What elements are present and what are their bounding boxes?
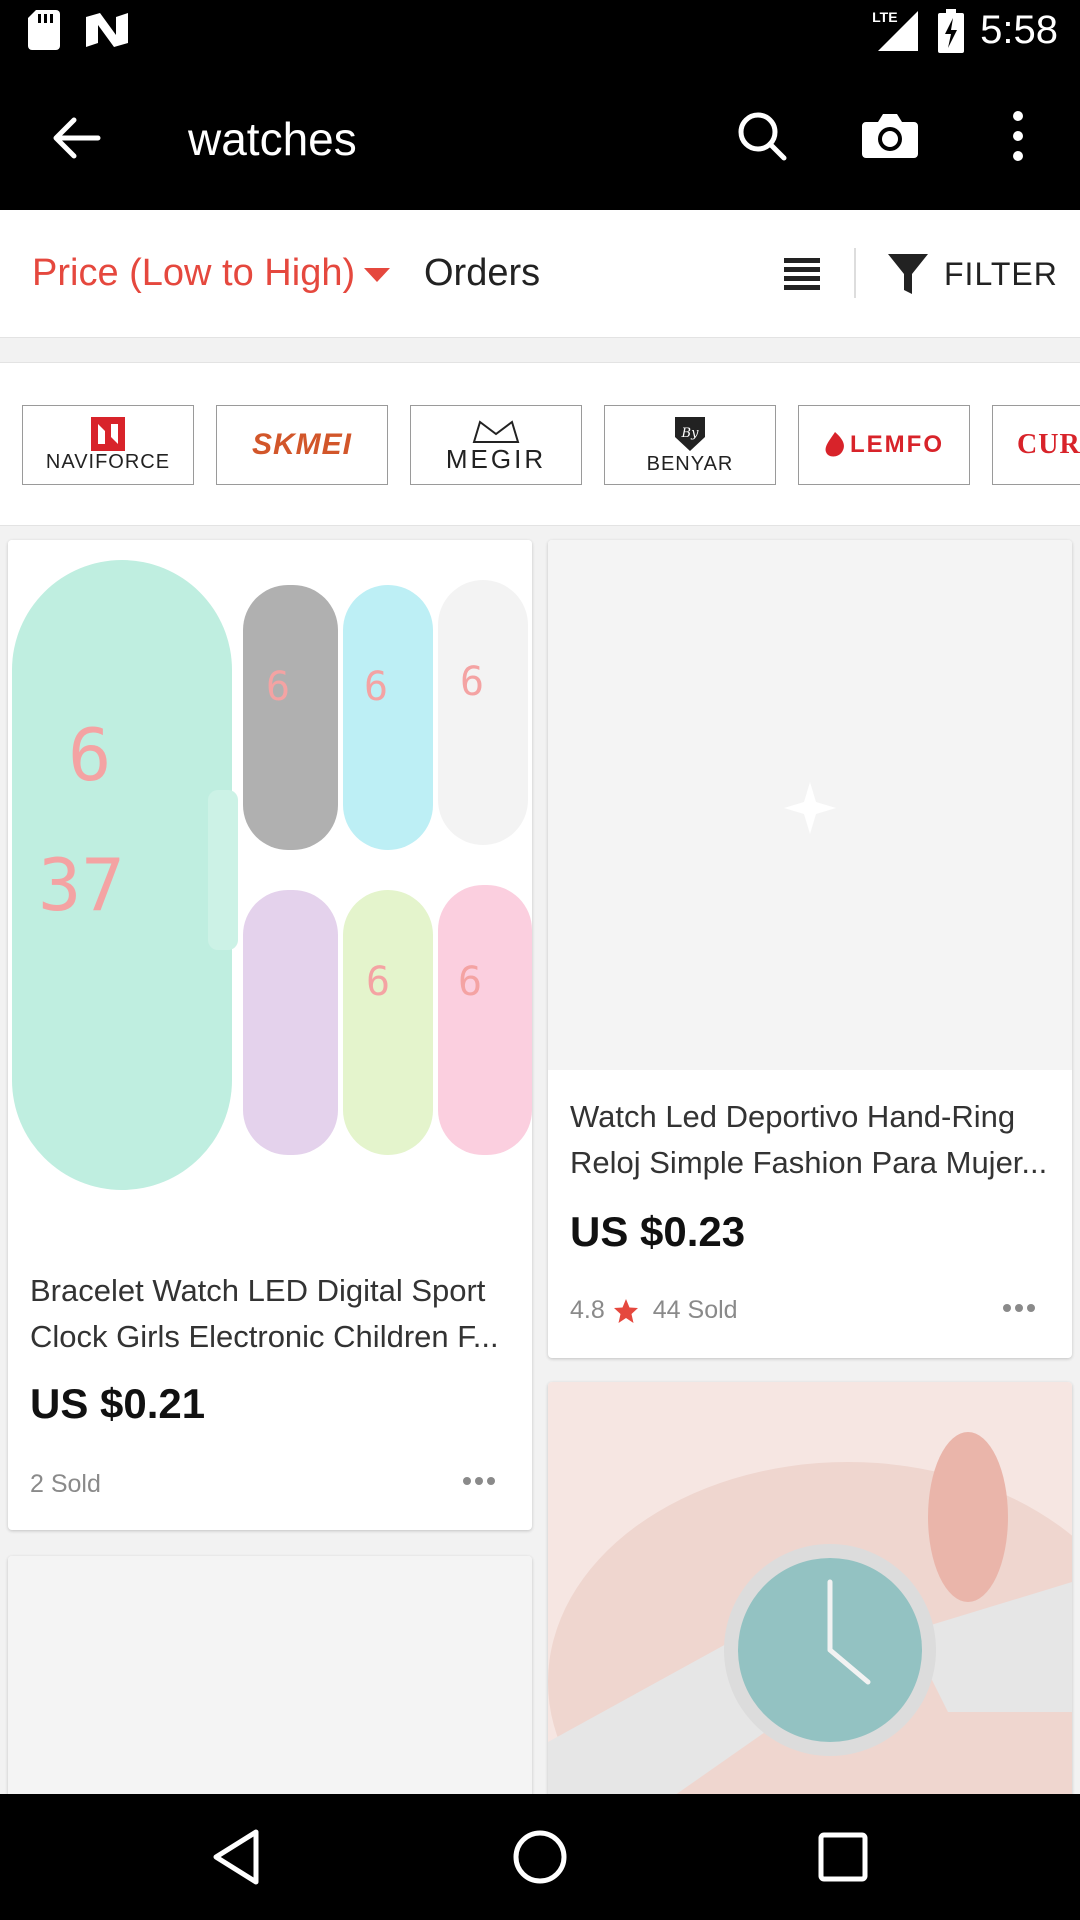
status-bar: LTE 5:58	[0, 0, 1080, 66]
brand-strip: NAVIFORCE SKMEI MEGIR By BENYAR LEMFO CU…	[0, 362, 1080, 526]
back-arrow-icon[interactable]	[44, 106, 108, 170]
home-circle-icon[interactable]	[507, 1824, 573, 1890]
svg-text:6: 6	[460, 659, 484, 705]
brand-megir[interactable]: MEGIR	[410, 405, 582, 485]
battery-charging-icon	[938, 8, 965, 53]
filter-label: FILTER	[944, 255, 1058, 292]
brand-name: SKMEI	[251, 428, 352, 461]
brand-name: LEMFO	[850, 431, 944, 458]
back-triangle-icon[interactable]	[204, 1824, 270, 1890]
analog-watch-image	[548, 1432, 1072, 1856]
search-query-title[interactable]: watches	[188, 112, 357, 166]
svg-text:37: 37	[38, 843, 125, 927]
sold-count: 44 Sold	[652, 1296, 738, 1324]
svg-text:By: By	[681, 426, 700, 441]
star-icon	[613, 1298, 638, 1323]
list-view-icon[interactable]	[782, 254, 822, 294]
orders-sort-button[interactable]: Orders	[424, 252, 540, 295]
product-image-placeholder[interactable]	[548, 540, 1072, 1070]
svg-text:6: 6	[68, 713, 111, 797]
brand-cur[interactable]: CUR	[992, 405, 1080, 485]
product-card[interactable]: Watch Led Deportivo Hand-Ring Reloj Simp…	[548, 540, 1072, 1358]
divider	[854, 248, 856, 298]
sold-count: 2 Sold	[30, 1470, 101, 1498]
brand-name: NAVIFORCE	[45, 450, 171, 473]
brand-benyar[interactable]: By BENYAR	[604, 405, 776, 485]
svg-text:6: 6	[366, 959, 390, 1005]
svg-text:6: 6	[364, 664, 388, 710]
camera-icon[interactable]	[858, 104, 922, 168]
brand-name: MEGIR	[445, 443, 547, 474]
recents-square-icon[interactable]	[810, 1824, 876, 1890]
brand-lemfo[interactable]: LEMFO	[798, 405, 970, 485]
naviforce-logo-icon	[91, 416, 125, 451]
more-vert-icon[interactable]	[986, 104, 1050, 168]
product-image[interactable]	[548, 1382, 1072, 1856]
clock: 5:58	[980, 8, 1058, 52]
product-meta: 2 Sold	[30, 1470, 101, 1499]
price-sort-button[interactable]: Price (Low to High)	[32, 252, 355, 295]
brand-name: CUR	[1017, 429, 1080, 460]
brand-naviforce[interactable]: NAVIFORCE	[22, 405, 194, 485]
system-nav-bar	[0, 1794, 1080, 1920]
rating-value: 4.8	[570, 1296, 605, 1324]
benyar-crest-icon: By	[675, 416, 705, 451]
more-horiz-icon[interactable]	[462, 1475, 496, 1487]
svg-text:6: 6	[458, 959, 482, 1005]
product-price: US $0.23	[570, 1208, 746, 1255]
led-bracelet-watches-image: 6 37 6 6 6 6 6	[12, 560, 532, 1190]
sort-bar: Price (Low to High) Orders FILTER	[0, 210, 1080, 338]
product-title[interactable]: Bracelet Watch LED Digital Sport Clock G…	[30, 1268, 510, 1360]
svg-text:6: 6	[266, 664, 290, 710]
product-card[interactable]	[548, 1382, 1072, 1856]
caret-down-icon[interactable]	[364, 268, 390, 282]
signal-icon: LTE	[872, 9, 922, 53]
filter-button[interactable]: FILTER	[888, 252, 1058, 296]
product-title[interactable]: Watch Led Deportivo Hand-Ring Reloj Simp…	[570, 1094, 1050, 1186]
filter-funnel-icon	[888, 254, 928, 294]
app-bar: watches	[0, 66, 1080, 210]
lemfo-flame-icon	[825, 432, 844, 457]
brand-name: BENYAR	[646, 452, 734, 475]
product-image[interactable]: 6 37 6 6 6 6 6	[8, 540, 532, 1230]
sd-card-icon	[28, 10, 60, 50]
product-card[interactable]: 6 37 6 6 6 6 6 Bracelet Watch LED Digita…	[8, 540, 532, 1530]
more-horiz-icon[interactable]	[1002, 1302, 1036, 1314]
megir-crown-icon	[472, 419, 520, 443]
n-notification-icon	[86, 13, 128, 47]
sparkle-placeholder-icon	[784, 782, 836, 834]
brand-skmei[interactable]: SKMEI	[216, 405, 388, 485]
search-icon[interactable]	[730, 104, 794, 168]
product-price: US $0.21	[30, 1380, 206, 1427]
product-meta: 4.8 44 Sold	[570, 1296, 738, 1325]
